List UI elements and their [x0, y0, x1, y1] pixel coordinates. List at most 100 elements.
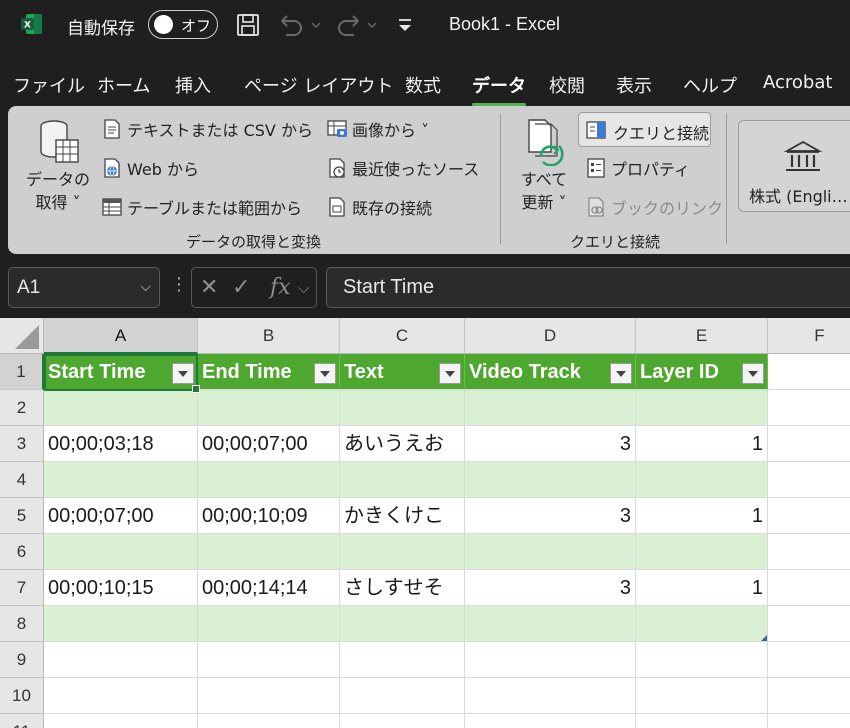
cell[interactable] — [198, 642, 340, 678]
cell[interactable]: 00;00;07;00 — [198, 426, 340, 462]
chevron-down-icon[interactable]: ⌵ — [140, 278, 151, 295]
cell[interactable] — [465, 642, 636, 678]
cell[interactable] — [44, 678, 198, 714]
filter-dropdown-icon[interactable] — [610, 363, 632, 384]
select-all-button[interactable] — [0, 318, 44, 354]
cell[interactable]: 1 — [636, 570, 768, 606]
cell[interactable] — [768, 354, 850, 390]
cell[interactable] — [636, 606, 768, 642]
cell[interactable] — [340, 534, 465, 570]
row-header[interactable]: 9 — [0, 642, 44, 678]
row-header[interactable]: 5 — [0, 498, 44, 534]
filter-dropdown-icon[interactable] — [742, 363, 764, 384]
cell[interactable] — [44, 462, 198, 498]
column-header-e[interactable]: E — [636, 318, 768, 354]
cell[interactable] — [465, 714, 636, 728]
cell[interactable] — [465, 390, 636, 426]
row-header[interactable]: 3 — [0, 426, 44, 462]
cell[interactable]: 1 — [636, 426, 768, 462]
enter-icon[interactable]: ✓ — [232, 275, 250, 300]
cell[interactable] — [465, 534, 636, 570]
table-resize-handle[interactable] — [761, 635, 767, 641]
cell[interactable]: 00;00;03;18 — [44, 426, 198, 462]
cell[interactable] — [44, 390, 198, 426]
cell[interactable] — [768, 606, 850, 642]
cell[interactable] — [465, 462, 636, 498]
cell[interactable] — [636, 462, 768, 498]
column-header-b[interactable]: B — [198, 318, 340, 354]
tab-file[interactable]: ファイル — [13, 72, 85, 98]
queries-connections-button[interactable]: クエリと接続 — [578, 112, 711, 147]
row-header[interactable]: 6 — [0, 534, 44, 570]
row-header[interactable]: 4 — [0, 462, 44, 498]
cell[interactable] — [198, 606, 340, 642]
cell[interactable] — [44, 606, 198, 642]
tab-help[interactable]: ヘルプ — [683, 72, 737, 98]
more-options-icon[interactable]: ⋮ — [170, 274, 188, 295]
undo-icon[interactable] — [276, 11, 322, 39]
tab-home[interactable]: ホーム — [97, 72, 150, 98]
row-header[interactable]: 1 — [0, 354, 44, 390]
from-text-csv-button[interactable]: テキストまたは CSV から — [101, 117, 313, 141]
from-table-button[interactable]: テーブルまたは範囲から — [101, 195, 302, 219]
properties-button[interactable]: プロパティ — [585, 156, 690, 180]
row-header[interactable]: 2 — [0, 390, 44, 426]
cell[interactable] — [340, 390, 465, 426]
tab-page-layout[interactable]: ページ レイアウト — [244, 72, 393, 98]
workbook-links-button[interactable]: ブックのリンク — [585, 195, 723, 219]
cancel-icon[interactable]: ✕ — [200, 275, 218, 300]
tab-insert[interactable]: 挿入 — [175, 72, 211, 98]
cell[interactable] — [768, 678, 850, 714]
redo-icon[interactable] — [332, 11, 378, 39]
cell[interactable] — [768, 498, 850, 534]
cell[interactable]: 3 — [465, 426, 636, 462]
tab-acrobat[interactable]: Acrobat — [763, 72, 832, 93]
from-web-button[interactable]: Web から — [101, 156, 199, 180]
cell[interactable] — [44, 534, 198, 570]
table-header-cell[interactable]: Layer ID — [636, 354, 768, 390]
cell[interactable] — [340, 462, 465, 498]
filter-dropdown-icon[interactable] — [172, 363, 194, 384]
autosave-toggle[interactable]: オフ — [148, 10, 218, 39]
cell[interactable] — [198, 714, 340, 728]
table-header-cell[interactable]: Start Time — [44, 354, 198, 390]
recent-sources-button[interactable]: 最近使ったソース — [326, 156, 479, 180]
cell[interactable] — [636, 642, 768, 678]
cell[interactable] — [44, 714, 198, 728]
table-header-cell[interactable]: Text — [340, 354, 465, 390]
cell[interactable] — [340, 714, 465, 728]
cell[interactable]: かきくけこ — [340, 498, 465, 534]
row-header[interactable]: 11 — [0, 714, 44, 728]
cell[interactable] — [636, 714, 768, 728]
stocks-button[interactable]: 株式 (Engli… — [738, 120, 850, 212]
cell[interactable] — [636, 534, 768, 570]
cell[interactable] — [768, 570, 850, 606]
save-icon[interactable] — [234, 11, 262, 39]
cell[interactable] — [198, 534, 340, 570]
cell[interactable] — [198, 678, 340, 714]
cell[interactable]: 00;00;10;15 — [44, 570, 198, 606]
column-header-c[interactable]: C — [340, 318, 465, 354]
column-header-a[interactable]: A — [44, 318, 198, 354]
filter-dropdown-icon[interactable] — [314, 363, 336, 384]
cell[interactable] — [340, 642, 465, 678]
refresh-all-button[interactable]: すべて 更新 ˅ — [512, 118, 576, 214]
tab-data[interactable]: データ — [472, 72, 526, 106]
cell[interactable] — [465, 678, 636, 714]
cell[interactable]: 1 — [636, 498, 768, 534]
cell[interactable] — [636, 390, 768, 426]
cell[interactable]: 00;00;10;09 — [198, 498, 340, 534]
column-header-f[interactable]: F — [768, 318, 850, 354]
tab-view[interactable]: 表示 — [616, 72, 652, 98]
cell[interactable] — [768, 462, 850, 498]
column-header-d[interactable]: D — [465, 318, 636, 354]
cell[interactable]: 3 — [465, 570, 636, 606]
cell[interactable]: 3 — [465, 498, 636, 534]
cell[interactable]: 00;00;07;00 — [44, 498, 198, 534]
insert-function-icon[interactable]: fx — [270, 275, 291, 300]
table-header-cell[interactable]: End Time — [198, 354, 340, 390]
table-header-cell[interactable]: Video Track — [465, 354, 636, 390]
name-box[interactable]: A1 ⌵ — [8, 267, 160, 308]
tab-formulas[interactable]: 数式 — [405, 72, 441, 98]
row-header[interactable]: 10 — [0, 678, 44, 714]
